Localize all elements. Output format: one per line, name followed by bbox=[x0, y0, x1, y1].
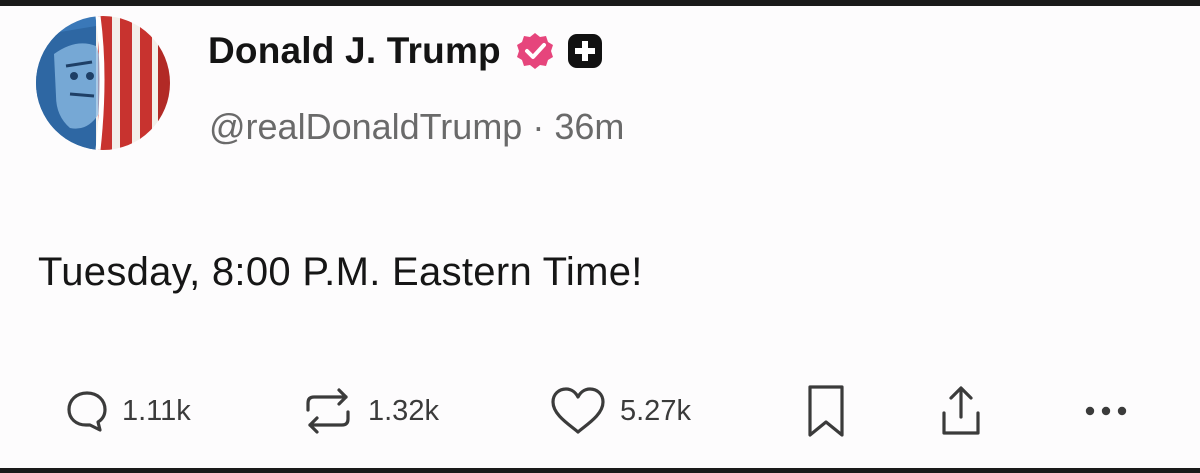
bookmark-icon bbox=[808, 385, 844, 437]
display-name[interactable]: Donald J. Trump bbox=[208, 30, 501, 72]
repost-count: 1.32k bbox=[368, 394, 439, 427]
reply-button[interactable]: 1.11k bbox=[64, 376, 191, 446]
bookmark-button[interactable] bbox=[804, 376, 848, 446]
heart-icon bbox=[551, 387, 605, 434]
avatar-image bbox=[36, 16, 170, 150]
repost-icon bbox=[306, 388, 350, 434]
post-text: Tuesday, 8:00 P.M. Eastern Time! bbox=[38, 250, 643, 294]
like-count: 5.27k bbox=[620, 394, 691, 427]
author-meta: @realDonaldTrump · 36m bbox=[209, 106, 624, 148]
meta-separator: · bbox=[532, 106, 545, 147]
post-card: Donald J. Trump @realDonaldTrump · 36m T… bbox=[0, 6, 1200, 468]
share-icon bbox=[942, 386, 980, 435]
share-button[interactable] bbox=[938, 376, 984, 446]
reply-icon bbox=[67, 391, 107, 432]
action-bar: 1.11k 1.32k 5.27k bbox=[0, 376, 1200, 446]
author-name-row: Donald J. Trump bbox=[208, 26, 603, 76]
repost-button[interactable]: 1.32k bbox=[300, 376, 439, 446]
plus-icon bbox=[567, 33, 603, 69]
verified-icon bbox=[515, 31, 555, 71]
reply-count: 1.11k bbox=[122, 394, 191, 427]
timestamp[interactable]: 36m bbox=[554, 106, 624, 148]
avatar[interactable] bbox=[36, 16, 170, 150]
like-button[interactable]: 5.27k bbox=[548, 376, 691, 446]
more-button[interactable] bbox=[1082, 376, 1130, 446]
more-icon bbox=[1085, 406, 1127, 416]
handle[interactable]: @realDonaldTrump bbox=[209, 106, 522, 148]
